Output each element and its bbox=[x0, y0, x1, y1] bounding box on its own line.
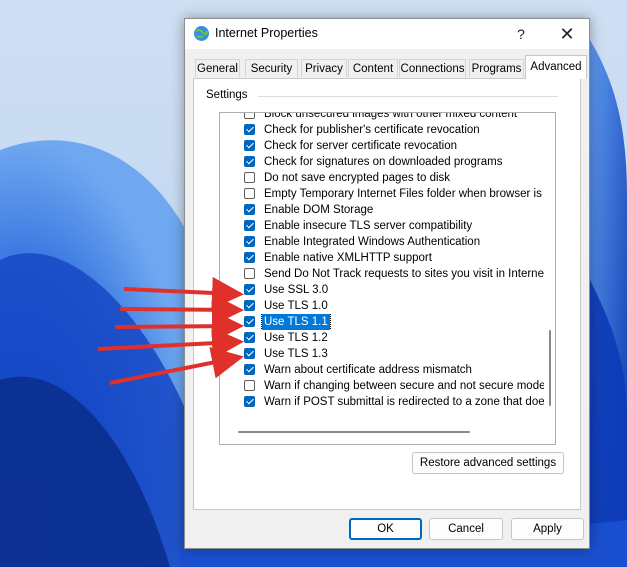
setting-label: Use TLS 1.1 bbox=[261, 314, 331, 330]
setting-label: Empty Temporary Internet Files folder wh… bbox=[264, 188, 544, 200]
setting-label: Check for publisher's certificate revoca… bbox=[264, 124, 480, 136]
setting-item[interactable]: Use TLS 1.2 bbox=[244, 330, 544, 346]
setting-item[interactable]: Enable native XMLHTTP support bbox=[244, 250, 544, 266]
checkbox-checked[interactable] bbox=[244, 156, 255, 167]
checkbox-checked[interactable] bbox=[244, 140, 255, 151]
internet-properties-dialog: Internet Properties ? ✕ General Security… bbox=[184, 18, 590, 549]
checkbox-unchecked[interactable] bbox=[244, 172, 255, 183]
tab-privacy[interactable]: Privacy bbox=[301, 59, 347, 77]
checkbox-checked[interactable] bbox=[244, 252, 255, 263]
setting-item[interactable]: Check for signatures on downloaded progr… bbox=[244, 154, 544, 170]
setting-label: Use TLS 1.2 bbox=[264, 332, 328, 344]
restore-advanced-settings-button[interactable]: Restore advanced settings bbox=[412, 452, 564, 474]
setting-item[interactable]: Do not save encrypted pages to disk bbox=[244, 170, 544, 186]
checkbox-checked[interactable] bbox=[244, 204, 255, 215]
setting-label: Do not save encrypted pages to disk bbox=[264, 172, 451, 184]
checkbox-checked[interactable] bbox=[244, 364, 255, 375]
tab-general[interactable]: General bbox=[195, 59, 240, 77]
setting-item[interactable]: Use TLS 1.0 bbox=[244, 298, 544, 314]
setting-label: Warn if POST submittal is redirected to … bbox=[264, 396, 544, 408]
setting-item[interactable]: Warn if POST submittal is redirected to … bbox=[244, 394, 544, 410]
setting-label: Use TLS 1.3 bbox=[264, 348, 328, 360]
tab-strip: General Security Privacy Content Connect… bbox=[193, 55, 587, 79]
tab-connections[interactable]: Connections bbox=[399, 59, 466, 77]
setting-label: Warn if changing between secure and not … bbox=[264, 380, 544, 392]
apply-button[interactable]: Apply bbox=[511, 518, 584, 540]
setting-label: Send Do Not Track requests to sites you … bbox=[264, 268, 544, 280]
checkbox-checked[interactable] bbox=[244, 300, 255, 311]
setting-label: Enable insecure TLS server compatibility bbox=[264, 220, 473, 232]
tab-advanced[interactable]: Advanced bbox=[525, 55, 587, 79]
setting-item[interactable]: Use SSL 3.0 bbox=[244, 282, 544, 298]
setting-item[interactable]: Send Do Not Track requests to sites you … bbox=[244, 266, 544, 282]
checkbox-unchecked[interactable] bbox=[244, 113, 255, 119]
setting-label: Block unsecured images with other mixed … bbox=[264, 112, 518, 120]
setting-item[interactable]: Warn about certificate address mismatch bbox=[244, 362, 544, 378]
tab-security[interactable]: Security bbox=[245, 59, 298, 77]
setting-item[interactable]: Check for publisher's certificate revoca… bbox=[244, 122, 544, 138]
setting-label: Warn about certificate address mismatch bbox=[264, 364, 472, 376]
dialog-footer: OK Cancel Apply bbox=[185, 512, 589, 548]
cancel-button[interactable]: Cancel bbox=[429, 518, 503, 540]
checkbox-checked[interactable] bbox=[244, 396, 255, 407]
checkbox-checked[interactable] bbox=[244, 236, 255, 247]
checkbox-checked[interactable] bbox=[244, 284, 255, 295]
checkbox-checked[interactable] bbox=[244, 332, 255, 343]
settings-group-label: Settings bbox=[206, 89, 254, 101]
setting-item[interactable]: Enable DOM Storage bbox=[244, 202, 544, 218]
help-button[interactable]: ? bbox=[511, 24, 531, 44]
setting-label: Enable DOM Storage bbox=[264, 204, 374, 216]
setting-label: Use SSL 3.0 bbox=[264, 284, 329, 296]
checkbox-checked[interactable] bbox=[244, 124, 255, 135]
group-divider bbox=[258, 96, 558, 97]
setting-label: Check for server certificate revocation bbox=[264, 140, 458, 152]
setting-label: Enable Integrated Windows Authentication bbox=[264, 236, 481, 248]
window-title: Internet Properties bbox=[215, 26, 318, 40]
globe-icon bbox=[194, 26, 209, 41]
close-button[interactable]: ✕ bbox=[555, 23, 579, 45]
tab-programs[interactable]: Programs bbox=[469, 59, 524, 77]
settings-list[interactable]: Block unsecured images with other mixed … bbox=[219, 112, 556, 445]
title-bar[interactable]: Internet Properties ? ✕ bbox=[185, 19, 589, 49]
horizontal-scrollbar-thumb[interactable] bbox=[238, 431, 470, 433]
checkbox-unchecked[interactable] bbox=[244, 188, 255, 199]
checkbox-checked[interactable] bbox=[244, 220, 255, 231]
setting-label: Enable native XMLHTTP support bbox=[264, 252, 432, 264]
setting-label: Use TLS 1.0 bbox=[264, 300, 328, 312]
setting-item[interactable]: Check for server certificate revocation bbox=[244, 138, 544, 154]
setting-item[interactable]: Enable Integrated Windows Authentication bbox=[244, 234, 544, 250]
checkbox-unchecked[interactable] bbox=[244, 268, 255, 279]
setting-label: Check for signatures on downloaded progr… bbox=[264, 156, 503, 168]
setting-item[interactable]: Warn if changing between secure and not … bbox=[244, 378, 544, 394]
checkbox-checked[interactable] bbox=[244, 316, 255, 327]
setting-item[interactable]: Block unsecured images with other mixed … bbox=[244, 112, 544, 122]
advanced-tab-panel: Settings Block unsecured images with oth… bbox=[193, 78, 581, 510]
checkbox-checked[interactable] bbox=[244, 348, 255, 359]
setting-item[interactable]: Empty Temporary Internet Files folder wh… bbox=[244, 186, 544, 202]
vertical-scrollbar-thumb[interactable] bbox=[549, 330, 551, 406]
setting-item[interactable]: Enable insecure TLS server compatibility bbox=[244, 218, 544, 234]
setting-item[interactable]: Use TLS 1.3 bbox=[244, 346, 544, 362]
setting-item[interactable]: Use TLS 1.1 bbox=[244, 314, 544, 330]
ok-button[interactable]: OK bbox=[349, 518, 422, 540]
tab-content[interactable]: Content bbox=[348, 59, 398, 77]
checkbox-unchecked[interactable] bbox=[244, 380, 255, 391]
